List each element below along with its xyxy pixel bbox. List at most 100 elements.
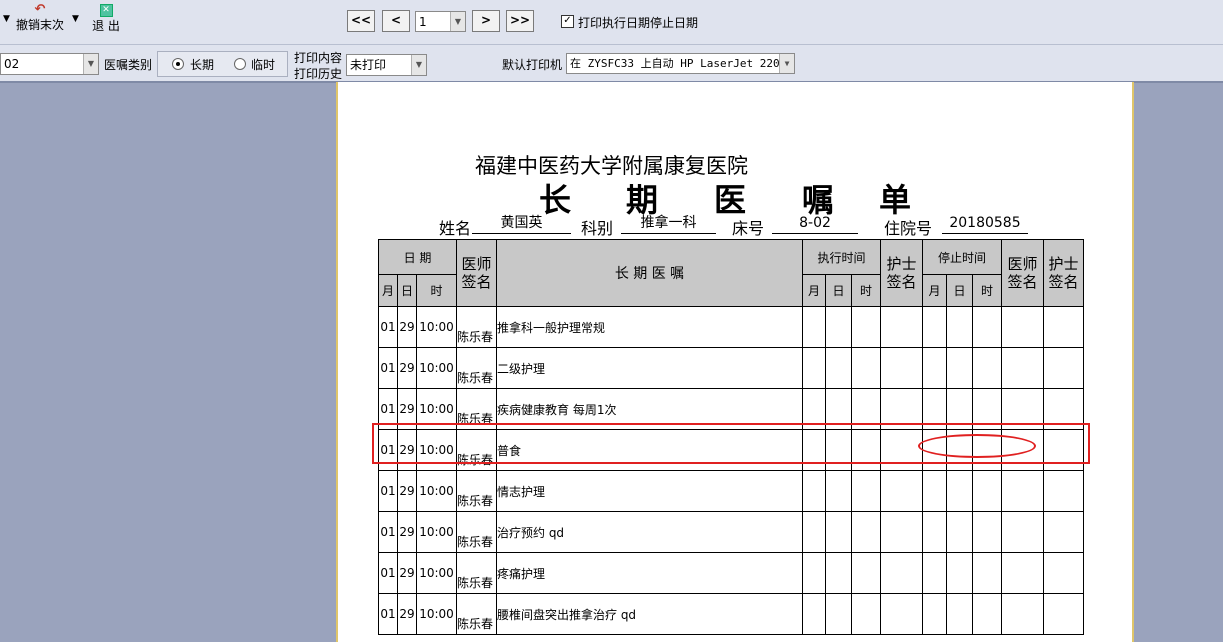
stop-time-cell: [972, 306, 1002, 348]
order-day: 29: [397, 593, 417, 635]
order-content: 普食: [496, 429, 803, 471]
table-header-row: 日 期 医师签名 长 期 医 嘱 执行时间 护士签名 停止时间 医师签名 护士签…: [378, 239, 1084, 307]
temporary-radio[interactable]: [234, 58, 246, 70]
nurse-signature-cell: [880, 306, 923, 348]
order-row[interactable]: 01 29 10:00 陈乐春 疾病健康教育 每周1次: [378, 388, 1084, 430]
order-day: 29: [397, 470, 417, 512]
print-stop-date-label: 打印执行日期停止日期: [578, 16, 699, 30]
exec-day-cell: [825, 511, 852, 553]
print-stop-date-checkbox[interactable]: ✓: [561, 15, 574, 28]
chevron-down-icon[interactable]: ▼: [83, 54, 98, 74]
exec-day-cell: [825, 429, 852, 471]
order-content: 治疗预约 qd: [496, 511, 803, 553]
order-row[interactable]: 01 29 10:00 陈乐春 推拿科一般护理常规: [378, 306, 1084, 348]
exec-day-cell: [825, 306, 852, 348]
print-status-select[interactable]: 未打印 ▼: [346, 54, 427, 76]
order-day: 29: [397, 429, 417, 471]
last-page-button[interactable]: >>: [506, 10, 534, 32]
page-number-select[interactable]: 1 ▼: [415, 11, 466, 32]
order-row[interactable]: 01 29 10:00 陈乐春 二级护理: [378, 347, 1084, 389]
exit-button[interactable]: ✕ 退 出: [88, 4, 124, 34]
prev-page-button[interactable]: <: [382, 10, 410, 32]
exec-day-cell: [825, 552, 852, 594]
order-time: 10:00: [416, 306, 457, 348]
stop-month-cell: [922, 429, 947, 471]
exec-time-cell: [851, 552, 881, 594]
exec-time-cell: [851, 347, 881, 389]
stop-month-cell: [922, 347, 947, 389]
stop-doctor-signature-cell: [1001, 306, 1044, 348]
nurse-signature-cell: [880, 470, 923, 512]
print-status-value: 未打印: [350, 58, 387, 72]
exec-time-cell: [851, 388, 881, 430]
order-time: 10:00: [416, 470, 457, 512]
chevron-down-icon[interactable]: ▼: [411, 55, 426, 75]
exec-month-cell: [802, 552, 826, 594]
stop-nurse-signature-cell: [1043, 511, 1084, 553]
order-row[interactable]: 01 29 10:00 陈乐春 普食: [378, 429, 1084, 471]
stop-time-header: 停止时间: [922, 239, 1002, 275]
order-time: 10:00: [416, 388, 457, 430]
undo-last-button[interactable]: ↶ 撤销末次: [14, 2, 66, 33]
stop-doctor-signature-cell: [1001, 593, 1044, 635]
department-label: 科别: [581, 219, 614, 238]
order-month: 01: [378, 429, 398, 471]
stop-nurse-signature-cell: [1043, 552, 1084, 594]
stop-time-cell: [972, 511, 1002, 553]
order-content: 情志护理: [496, 470, 803, 512]
patient-name-value: 黄国英: [472, 213, 571, 234]
bed-select[interactable]: 02 ▼: [0, 53, 99, 75]
order-row[interactable]: 01 29 10:00 陈乐春 治疗预约 qd: [378, 511, 1084, 553]
stop-time-col-header: 时: [972, 274, 1002, 307]
doctor-signature: 陈乐春: [456, 429, 497, 471]
order-content: 腰椎间盘突出推拿治疗 qd: [496, 593, 803, 635]
printer-select[interactable]: 在 ZYSFC33 上自动 HP LaserJet 220 ▼: [566, 53, 795, 74]
next-page-button[interactable]: >: [472, 10, 500, 32]
nurse-signature-cell: [880, 429, 923, 471]
stop-day-cell: [946, 429, 973, 471]
stop-doctor-signature-cell: [1001, 511, 1044, 553]
undo-icon: ↶: [34, 2, 46, 17]
order-content: 疾病健康教育 每周1次: [496, 388, 803, 430]
doctor-signature: 陈乐春: [456, 511, 497, 553]
main-toolbar: ▼ ↶ 撤销末次 ▼ ✕ 退 出 << < 1 ▼ > >> ✓ 打印执行日期停…: [0, 0, 1223, 45]
bed-number-value: 8-02: [772, 213, 858, 234]
order-month: 01: [378, 347, 398, 389]
stop-day-header: 日: [946, 274, 973, 307]
order-row[interactable]: 01 29 10:00 陈乐春 腰椎间盘突出推拿治疗 qd: [378, 593, 1084, 635]
execution-time-header: 执行时间: [802, 239, 881, 275]
undo-label: 撤销末次: [15, 18, 64, 32]
stop-nurse-signature-cell: [1043, 593, 1084, 635]
doctor-signature: 陈乐春: [456, 552, 497, 594]
stop-time-cell: [972, 470, 1002, 512]
stop-nurse-signature-cell: [1043, 388, 1084, 430]
order-row[interactable]: 01 29 10:00 陈乐春 情志护理: [378, 470, 1084, 512]
nurse-signature-cell: [880, 347, 923, 389]
stop-nurse-signature-cell: [1043, 470, 1084, 512]
exec-time-cell: [851, 470, 881, 512]
chevron-down-icon[interactable]: ▼: [779, 54, 794, 73]
nurse-signature-cell: [880, 511, 923, 553]
exec-month-cell: [802, 347, 826, 389]
exec-time-cell: [851, 429, 881, 471]
stop-time-cell: [972, 388, 1002, 430]
order-day: 29: [397, 511, 417, 553]
department-value: 推拿一科: [621, 213, 716, 234]
patient-name-label: 姓名: [439, 219, 472, 238]
nurse-signature-cell: [880, 388, 923, 430]
dropdown-arrow-icon[interactable]: ▼: [3, 14, 10, 24]
exit-icon: ✕: [99, 4, 113, 17]
long-term-radio[interactable]: [172, 58, 184, 70]
exec-day-cell: [825, 347, 852, 389]
doctor-signature: 陈乐春: [456, 347, 497, 389]
stop-doctor-signature-cell: [1001, 429, 1044, 471]
dropdown-arrow-icon[interactable]: ▼: [72, 14, 79, 24]
orders-table: 日 期 医师签名 长 期 医 嘱 执行时间 护士签名 停止时间 医师签名 护士签…: [378, 239, 1084, 635]
stop-time-cell: [972, 347, 1002, 389]
order-row[interactable]: 01 29 10:00 陈乐春 疼痛护理: [378, 552, 1084, 594]
first-page-button[interactable]: <<: [347, 10, 375, 32]
chevron-down-icon[interactable]: ▼: [450, 12, 465, 31]
order-day: 29: [397, 552, 417, 594]
order-month: 01: [378, 511, 398, 553]
stop-day-cell: [946, 470, 973, 512]
